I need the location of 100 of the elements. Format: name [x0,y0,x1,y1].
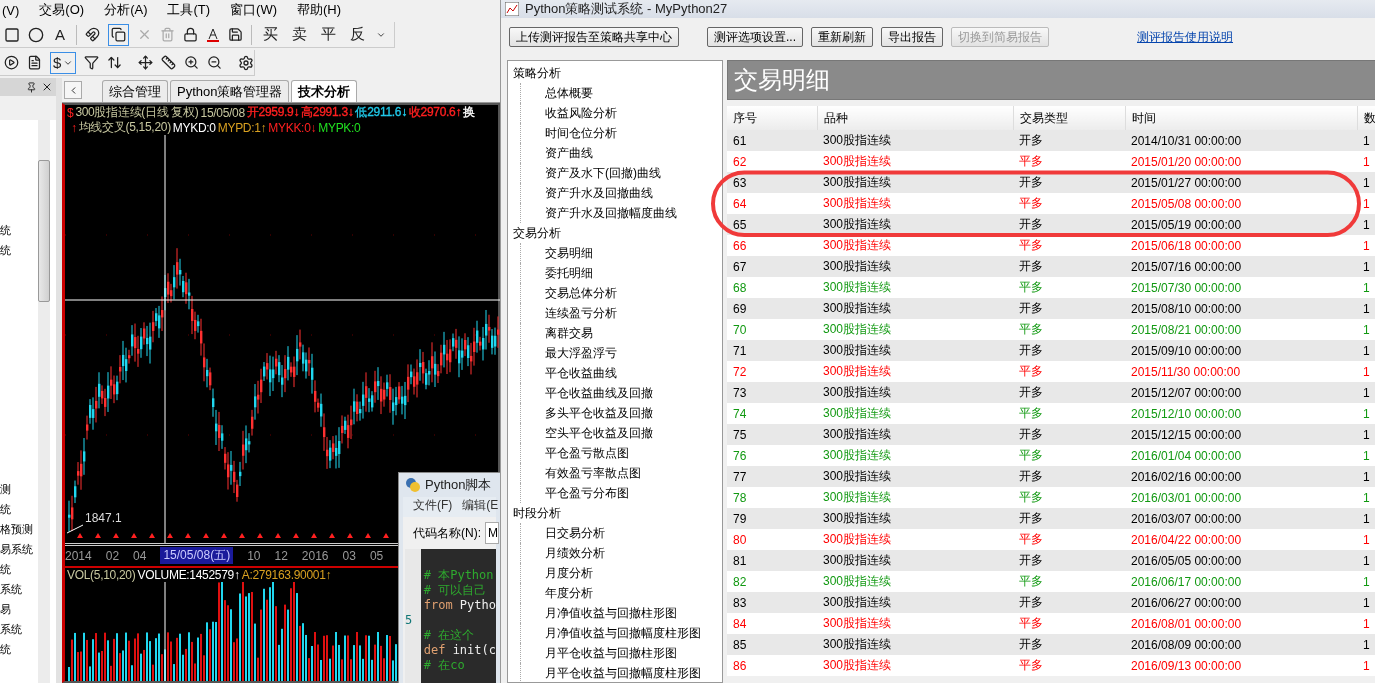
tree-item[interactable]: 月平仓收益与回撤柱形图 [520,643,722,663]
panel-item[interactable]: 易系统 [0,539,33,559]
table-cell: 78 [727,487,817,508]
tree-item[interactable]: 平仓盈亏分布图 [520,483,722,503]
tree-item[interactable]: 多头平仓收益及回撤 [520,403,722,423]
table-cell: 300股指连续 [817,634,1013,655]
tree-item[interactable]: 时间仓位分析 [520,123,722,143]
tree-item[interactable]: 连续盈亏分析 [520,303,722,323]
menu-item[interactable]: 文件(F) [413,497,453,517]
ruler-icon[interactable] [161,55,177,70]
trade-button[interactable]: 买 [260,23,281,46]
column-header[interactable]: 序号 [727,106,817,130]
tree-item[interactable]: 离群交易 [520,323,722,343]
tree-item[interactable]: 资产升水及回撤幅度曲线 [520,203,722,223]
move-icon[interactable] [138,55,154,70]
menu-item[interactable]: 编辑(E [462,497,499,517]
code-editor[interactable]: 5 # 本Python # 可以自己 from Pytho # 在这个 def init(c # 在co [405,549,496,683]
tree-group[interactable]: 策略分析 [508,63,722,83]
tree-item[interactable]: 日交易分析 [520,523,722,543]
panel-item[interactable]: 统 [0,499,11,519]
menu-item[interactable]: 分析(A) [104,1,148,19]
close-icon[interactable] [41,81,53,93]
menu-item[interactable]: 交易(O) [39,1,85,19]
tab[interactable]: Python策略管理器 [170,80,290,102]
tree-item[interactable]: 委托明细 [520,263,722,283]
magnet-icon[interactable] [85,27,100,42]
panel-item[interactable]: 系统 [0,579,22,599]
trade-button[interactable]: 平 [318,23,339,46]
menu-item[interactable]: (V) [2,2,20,18]
copy-icon[interactable] [108,23,129,46]
trade-button[interactable]: 卖 [289,23,310,46]
tree-item[interactable]: 总体概要 [520,83,722,103]
filter-icon[interactable] [84,55,100,70]
column-header[interactable]: 交易类型 [1013,106,1125,130]
table-cell: 300股指连续 [817,319,1013,340]
panel-item[interactable]: 测 [0,479,11,499]
tree-item[interactable]: 交易总体分析 [520,283,722,303]
circle-icon[interactable] [28,26,44,43]
signal-marker-icon [383,533,389,538]
toolbar-button[interactable]: 导出报告 [881,27,943,47]
code-line: def init(c [423,643,496,657]
tree-item[interactable]: 月平仓收益与回撤幅度柱形图 [520,663,722,682]
tree-item[interactable]: 资产升水及回撤曲线 [520,183,722,203]
trade-button[interactable]: 反 [347,23,368,46]
panel-item[interactable]: 易 [0,599,11,619]
panel-item[interactable]: 统 [0,220,11,240]
square-icon[interactable] [4,26,20,43]
tree-item[interactable]: 收益风险分析 [520,103,722,123]
tree-item[interactable]: 有效盈亏率散点图 [520,463,722,483]
panel-item[interactable]: 统 [0,559,11,579]
font-color-icon[interactable] [206,26,220,43]
zoom-out-icon[interactable] [207,55,223,70]
table-cell: 300股指连续 [817,424,1013,445]
column-header[interactable]: 品种 [817,106,1013,130]
menu-item[interactable]: 帮助(H) [297,1,342,19]
tree-item[interactable]: 平仓收益曲线 [520,363,722,383]
tree-group[interactable]: 交易分析 [508,223,722,243]
tree-item[interactable]: 月净值收益与回撤幅度柱形图 [520,623,722,643]
currency-button[interactable]: $ [50,51,77,74]
panel-item[interactable]: 系统 [0,619,22,639]
tree-item[interactable]: 资产曲线 [520,143,722,163]
save-icon[interactable] [228,27,243,42]
text-tool-button[interactable]: A [52,23,68,46]
help-link[interactable]: 测评报告使用说明 [1137,28,1233,46]
table-cell: 300股指连续 [817,256,1013,277]
tree-group[interactable]: 时段分析 [508,503,722,523]
toolbar-button[interactable]: 测评选项设置... [707,27,803,47]
table-cell: 平多 [1013,151,1125,172]
tab[interactable]: 技术分析 [291,80,358,102]
toolbar-button[interactable]: 重新刷新 [811,27,873,47]
table-cell: 76 [727,445,817,466]
sort-icon[interactable] [107,55,123,70]
play-icon[interactable] [4,55,19,70]
code-name-field[interactable]: M [485,522,499,544]
column-header[interactable]: 时间 [1125,106,1357,130]
tree-item[interactable]: 空头平仓收益及回撤 [520,423,722,443]
table-cell: 1 [1357,235,1375,256]
panel-item[interactable]: 统 [0,240,11,260]
tree-item[interactable]: 最大浮盈浮亏 [520,343,722,363]
tree-item[interactable]: 平仓收益曲线及回撤 [520,383,722,403]
document-icon[interactable] [27,55,42,70]
settings-icon[interactable] [238,54,255,71]
scrollbar[interactable] [38,120,50,683]
menu-item[interactable]: 窗口(W) [230,1,277,19]
tree-item[interactable]: 年度分析 [520,583,722,603]
tree-item[interactable]: 月净值收益与回撤柱形图 [520,603,722,623]
zoom-in-icon[interactable] [184,55,200,70]
tab[interactable]: 综合管理 [102,80,168,102]
tree-item[interactable]: 交易明细 [520,243,722,263]
tree-item[interactable]: 平仓盈亏散点图 [520,443,722,463]
tree-item[interactable]: 月绩效分析 [520,543,722,563]
pin-icon[interactable] [26,81,37,93]
menu-item[interactable]: 工具(T) [167,1,211,19]
toolbar-button[interactable]: 上传测评报告至策略共享中心 [509,27,679,47]
panel-item[interactable]: 统 [0,639,11,659]
lock-icon[interactable] [183,27,198,42]
table-cell: 1 [1357,655,1375,676]
tree-item[interactable]: 资产及水下(回撤)曲线 [520,163,722,183]
panel-item[interactable]: 格预测 [0,519,33,539]
tree-item[interactable]: 月度分析 [520,563,722,583]
